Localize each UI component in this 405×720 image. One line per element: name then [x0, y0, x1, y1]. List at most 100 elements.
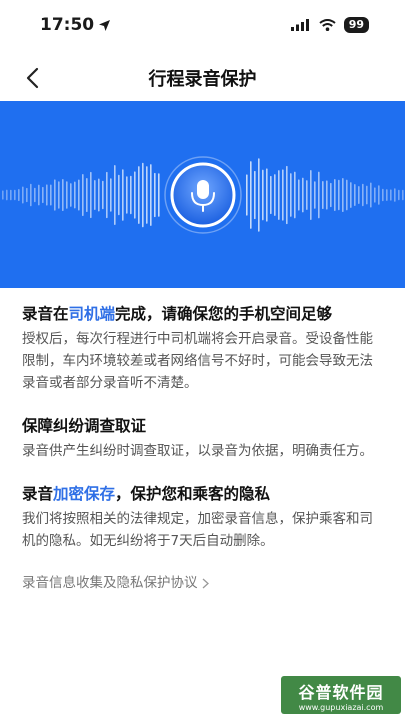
title-text: 录音在 [22, 305, 69, 323]
wave-bar [26, 187, 28, 203]
wave-bar [366, 185, 368, 205]
wave-bar [122, 169, 124, 221]
section-body: 录音供产生纠纷时调查取证，以录音为依据，明确责任方。 [22, 443, 373, 459]
time-text: 17:50 [40, 15, 95, 35]
wave-bar [46, 184, 48, 206]
wave-bar [250, 161, 252, 229]
wave-bar [126, 176, 128, 214]
wave-bar [398, 189, 400, 201]
section-body: 我们将按照相关的法律规定，加密录音信息，保护乘客和司机的隐私。如无纠纷将于7天后… [22, 511, 373, 549]
chevron-right-icon [202, 578, 209, 588]
wave-bar [266, 168, 268, 222]
title-text: ，保护您和乘客的隐私 [115, 485, 271, 503]
wave-bar [322, 180, 324, 210]
wave-bar [330, 182, 332, 208]
wave-bar [98, 178, 100, 212]
wave-bar [66, 181, 68, 209]
title-highlight: 司机端 [68, 305, 116, 323]
nav-bar: 行程录音保护 [0, 54, 405, 102]
wave-bar [402, 189, 404, 201]
wave-bar [246, 174, 248, 216]
wave-bar [334, 179, 336, 211]
wave-bar [258, 158, 260, 232]
wave-bar [18, 189, 20, 201]
wave-bar [390, 189, 392, 201]
watermark-logo: 谷普软件园 www.gupuxiazai.com [281, 676, 401, 714]
title-text: 录音 [22, 485, 54, 503]
wave-bar [274, 174, 276, 216]
wave-bar [350, 182, 352, 208]
wave-bar [290, 173, 292, 217]
wave-bar [278, 170, 280, 220]
wave-bar [130, 175, 132, 215]
sound-wave-graphic [2, 156, 404, 234]
wave-bar [14, 189, 16, 201]
wave-bar [94, 180, 96, 210]
section-title: 录音加密保存，保护您和乘客的隐私 [22, 482, 384, 506]
wave-bar [118, 174, 120, 216]
section-title: 录音在司机端完成，请确保您的手机空间足够 [22, 302, 384, 326]
wave-bar [54, 179, 56, 211]
wave-bar [262, 169, 264, 221]
wave-bar [306, 180, 308, 210]
wave-bar [302, 177, 304, 213]
wave-bar [382, 188, 384, 202]
chevron-left-icon [26, 67, 39, 89]
wave-bar [34, 187, 36, 203]
wave-bar [142, 162, 144, 228]
section-body: 授权后，每次行程进行中司机端将会开启录音。受设备性能限制，车内环境较差或者网络信… [22, 331, 373, 391]
wave-bar [298, 179, 300, 211]
wave-bar [294, 171, 296, 219]
wave-bar [310, 170, 312, 220]
section-encrypted-storage: 录音加密保存，保护您和乘客的隐私 我们将按照相关的法律规定，加密录音信息，保护乘… [22, 482, 384, 552]
wave-bar [58, 181, 60, 209]
wave-bar [38, 184, 40, 206]
wave-bar [22, 186, 24, 204]
status-time: 17:50 [40, 15, 111, 35]
wave-bar [318, 171, 320, 219]
wave-bar [114, 165, 116, 225]
wave-bar [146, 166, 148, 224]
wave-bar [362, 183, 364, 207]
title-text: 保障纠纷调查取证 [22, 417, 147, 435]
wave-bar [386, 189, 388, 201]
wave-bar [378, 185, 380, 205]
title-text: 完成，请确保您的手机空间足够 [115, 305, 333, 323]
recording-banner [0, 101, 405, 288]
wave-bar [370, 182, 372, 208]
wave-bar [282, 169, 284, 221]
wave-bar [270, 175, 272, 215]
content: 录音在司机端完成，请确保您的手机空间足够 授权后，每次行程进行中司机端将会开启录… [22, 302, 384, 594]
wave-bar [394, 188, 396, 202]
wave-bar [314, 181, 316, 209]
wave-bar [358, 186, 360, 204]
watermark-url: www.gupuxiazai.com [298, 702, 384, 712]
privacy-agreement-link[interactable]: 录音信息收集及隐私保护协议 [22, 572, 209, 594]
wave-bar [62, 178, 64, 212]
wave-bar [70, 183, 72, 207]
wave-bar [6, 189, 8, 201]
wave-bar [2, 190, 4, 200]
wave-bar [286, 165, 288, 225]
wifi-icon [319, 19, 336, 31]
wave-bar [30, 183, 32, 207]
section-recording-location: 录音在司机端完成，请确保您的手机空间足够 授权后，每次行程进行中司机端将会开启录… [22, 302, 384, 394]
wave-bar [90, 171, 92, 219]
wave-bar [342, 178, 344, 212]
wave-bar [78, 179, 80, 211]
wave-bar [102, 180, 104, 210]
status-bar: 17:50 99 [0, 0, 405, 50]
wave-bar [154, 172, 156, 218]
wave-bar [374, 187, 376, 203]
wave-bar [326, 180, 328, 210]
page-title: 行程录音保护 [148, 69, 257, 90]
back-button[interactable] [16, 62, 48, 94]
status-icons: 99 [290, 17, 369, 33]
signal-icon [290, 19, 309, 31]
section-title: 保障纠纷调查取证 [22, 414, 384, 438]
wave-bar [50, 184, 52, 206]
wave-bar [10, 189, 12, 201]
wave-bar [82, 173, 84, 217]
wave-bar [110, 178, 112, 212]
section-dispute-evidence: 保障纠纷调查取证 录音供产生纠纷时调查取证，以录音为依据，明确责任方。 [22, 414, 384, 462]
